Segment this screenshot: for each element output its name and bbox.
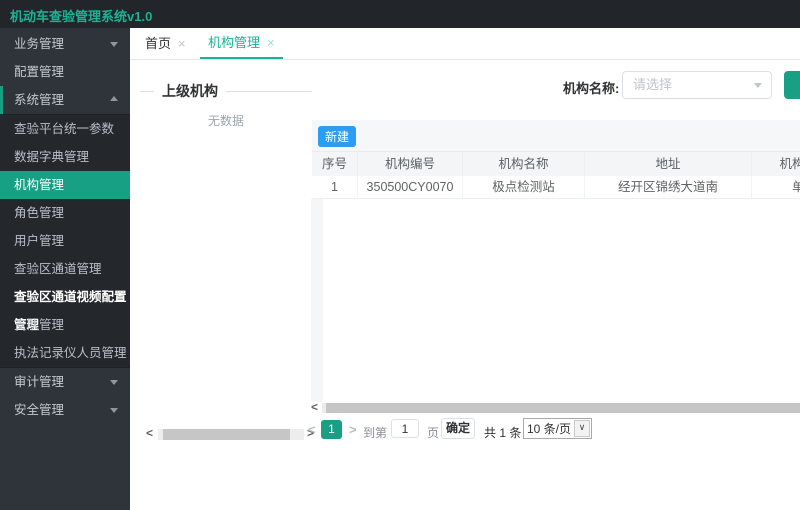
sidebar-item-channel-video-config[interactable]: 查验区通道视频配置管理 xyxy=(0,283,130,332)
sidebar-item-channel-management[interactable]: 查验区通道管理 xyxy=(0,255,130,283)
column-header-seq: 序号 xyxy=(312,152,358,176)
table-scrollbar-thumb[interactable] xyxy=(326,403,800,413)
search-button[interactable]: 查询 xyxy=(784,71,800,99)
sidebar-group-label: 安全管理 xyxy=(14,403,65,417)
tree-scrollbar-thumb[interactable] xyxy=(163,429,290,440)
sidebar: 业务管理 配置管理 系统管理 查验平台统一参数 数据字典管理 机构管理 角色管理… xyxy=(0,28,130,510)
column-header-address: 地址 xyxy=(585,152,752,176)
sidebar-group-audit[interactable]: 审计管理 xyxy=(0,368,130,396)
sidebar-item-recorder-personnel[interactable]: 执法记录仪人员管理 xyxy=(0,339,130,367)
select-placeholder: 请选择 xyxy=(633,77,673,92)
org-name-select[interactable]: 请选择 xyxy=(622,71,772,99)
cell-org-type: 单位 xyxy=(752,176,800,198)
divider-line xyxy=(140,90,154,92)
table-toolbar xyxy=(312,120,800,151)
pagination-page-unit-label: 页 xyxy=(427,426,440,440)
tab-organization-management[interactable]: 机构管理 × xyxy=(200,28,283,59)
column-header-org-code: 机构编号 xyxy=(358,152,463,176)
sidebar-item-organization-management[interactable]: 机构管理 xyxy=(0,171,130,199)
sidebar-item-data-dictionary[interactable]: 数据字典管理 xyxy=(0,143,130,171)
cell-seq: 1 xyxy=(312,176,358,198)
column-header-org-type: 机构类型 xyxy=(752,152,800,176)
sidebar-group-security[interactable]: 安全管理 xyxy=(0,396,130,424)
tree-scroll-left-arrow[interactable]: < xyxy=(146,426,153,440)
pagination-confirm-button[interactable]: 确定 xyxy=(441,418,475,439)
app-window: 机动车查验管理系统v1.0 业务管理 配置管理 系统管理 查验平台统一参数 数据… xyxy=(0,0,800,510)
table-left-gutter xyxy=(311,199,323,402)
pagination-prev-button[interactable]: < xyxy=(308,422,316,437)
section-title: 上级机构 xyxy=(162,83,218,99)
pagination-total-label: 共 1 条 xyxy=(484,426,522,440)
sidebar-item-detachment-management[interactable]: 支队管理 xyxy=(0,311,130,339)
table-header-row: 序号 机构编号 机构名称 地址 机构类型 xyxy=(312,151,800,177)
sidebar-group-label: 审计管理 xyxy=(14,375,65,389)
divider-line xyxy=(226,90,312,92)
cell-address: 经开区锦绣大道南 xyxy=(585,176,752,198)
pagination-page-1-button[interactable]: 1 xyxy=(321,420,342,439)
sidebar-group-label: 系统管理 xyxy=(14,93,65,107)
column-header-org-name: 机构名称 xyxy=(463,152,585,176)
sidebar-item-user-management[interactable]: 用户管理 xyxy=(0,227,130,255)
close-icon[interactable]: × xyxy=(267,35,275,50)
page-size-select[interactable]: 10 条/页 ∨ xyxy=(523,418,593,439)
sidebar-item-platform-params[interactable]: 查验平台统一参数 xyxy=(0,115,130,143)
close-icon[interactable]: × xyxy=(178,36,186,51)
sidebar-group-config[interactable]: 配置管理 xyxy=(0,58,130,86)
page-size-value: 10 条/页 xyxy=(527,422,572,436)
tab-home[interactable]: 首页 × xyxy=(145,28,186,59)
sidebar-group-business[interactable]: 业务管理 xyxy=(0,30,130,58)
sidebar-group-label: 业务管理 xyxy=(14,37,65,51)
sidebar-group-label: 配置管理 xyxy=(14,65,65,79)
tab-label: 首页 xyxy=(145,36,172,51)
cell-org-code: 350500CY0070 xyxy=(358,176,463,198)
top-header-bar: 机动车查验管理系统v1.0 xyxy=(0,0,800,28)
table-row[interactable]: 1 350500CY0070 极点检测站 经开区锦绣大道南 单位 xyxy=(312,176,800,199)
tab-label: 机构管理 xyxy=(208,35,261,50)
pagination-goto-label: 到第 xyxy=(363,426,388,440)
sidebar-submenu-system: 查验平台统一参数 数据字典管理 机构管理 角色管理 用户管理 查验区通道管理 查… xyxy=(0,114,130,368)
chevron-down-icon xyxy=(110,408,118,413)
chevron-down-icon xyxy=(110,42,118,47)
chevron-down-icon xyxy=(754,83,762,88)
chevron-down-icon: ∨ xyxy=(574,420,591,437)
pagination-next-button[interactable]: > xyxy=(349,422,357,437)
chevron-down-icon xyxy=(110,380,118,385)
cell-org-name: 极点检测站 xyxy=(463,176,585,198)
chevron-up-icon xyxy=(110,96,118,101)
create-new-button[interactable]: 新建 xyxy=(318,126,356,147)
app-title: 机动车查验管理系统v1.0 xyxy=(10,9,153,24)
sidebar-group-system[interactable]: 系统管理 xyxy=(0,86,130,114)
tab-bar: 首页 × 机构管理 × xyxy=(130,28,800,60)
tree-empty-text: 无数据 xyxy=(207,114,244,128)
org-name-label: 机构名称: xyxy=(563,81,620,96)
pagination-goto-input[interactable] xyxy=(391,419,419,438)
sidebar-item-role-management[interactable]: 角色管理 xyxy=(0,199,130,227)
table-scroll-left-arrow[interactable]: < xyxy=(311,400,318,414)
parent-organization-section-title: 上级机构 xyxy=(140,81,312,101)
